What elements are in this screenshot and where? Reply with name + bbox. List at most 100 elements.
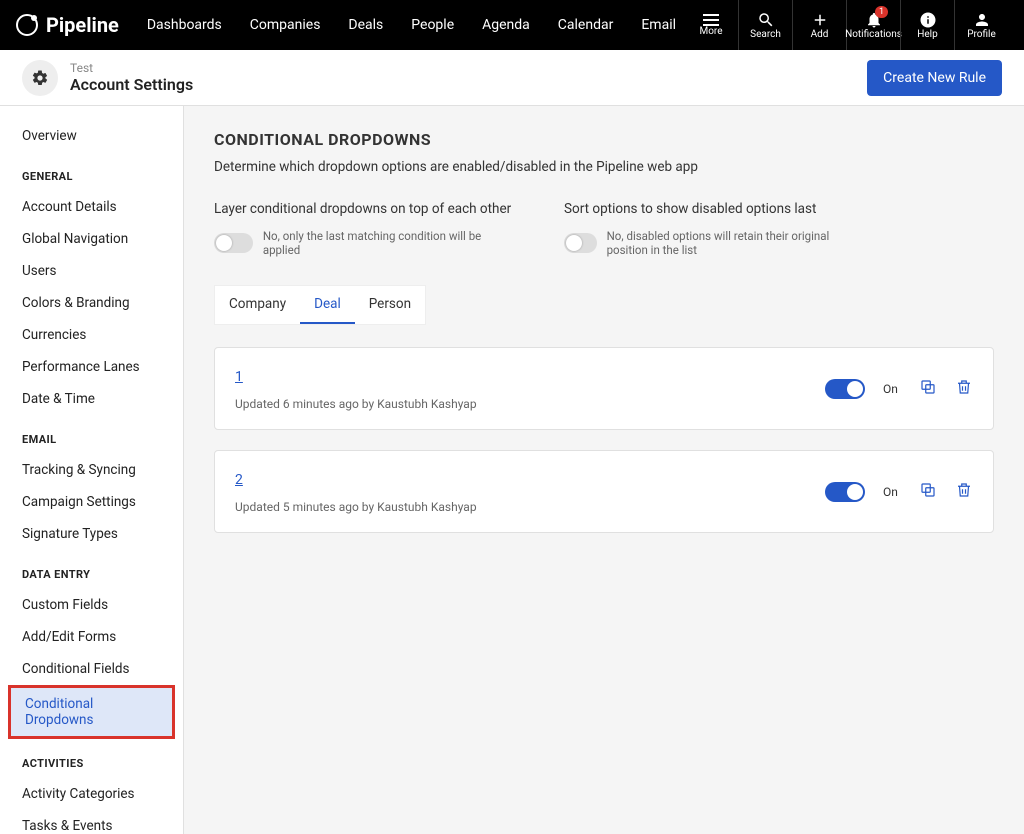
layer-toggle-desc: No, only the last matching condition wil… bbox=[263, 229, 514, 257]
trash-icon bbox=[955, 481, 973, 499]
rule-actions: On bbox=[825, 378, 973, 400]
sidebar-heading: DATA ENTRY bbox=[0, 550, 183, 589]
sidebar-heading: GENERAL bbox=[0, 152, 183, 191]
workspace-name: Test bbox=[70, 61, 193, 75]
sidebar-item-activity-categories[interactable]: Activity Categories bbox=[0, 778, 183, 810]
settings-avatar bbox=[22, 60, 58, 96]
notifications-button[interactable]: 1 Notifications bbox=[846, 0, 900, 50]
layer-toggle-group: Layer conditional dropdowns on top of ea… bbox=[214, 201, 514, 257]
nav-companies[interactable]: Companies bbox=[250, 17, 321, 33]
notifications-label: Notifications bbox=[845, 29, 902, 40]
add-button[interactable]: Add bbox=[792, 0, 846, 50]
entity-tabs: CompanyDealPerson bbox=[214, 285, 426, 325]
rule-name-link[interactable]: 2 bbox=[235, 472, 243, 488]
sort-toggle-label: Sort options to show disabled options la… bbox=[564, 201, 864, 217]
toggle-controls: Layer conditional dropdowns on top of ea… bbox=[214, 201, 994, 257]
nav-dashboards[interactable]: Dashboards bbox=[147, 17, 222, 33]
sidebar-item-tracking-syncing[interactable]: Tracking & Syncing bbox=[0, 454, 183, 486]
sidebar: OverviewGENERALAccount DetailsGlobal Nav… bbox=[0, 106, 184, 834]
main-layout: OverviewGENERALAccount DetailsGlobal Nav… bbox=[0, 106, 1024, 834]
plus-icon bbox=[811, 11, 829, 29]
sidebar-item-performance-lanes[interactable]: Performance Lanes bbox=[0, 351, 183, 383]
nav-links: Dashboards Companies Deals People Agenda… bbox=[147, 17, 676, 33]
sidebar-item-campaign-settings[interactable]: Campaign Settings bbox=[0, 486, 183, 518]
page-title: CONDITIONAL DROPDOWNS bbox=[214, 130, 994, 149]
rule-state-label: On bbox=[883, 485, 901, 499]
copy-icon bbox=[919, 481, 937, 499]
sub-header: Test Account Settings Create New Rule bbox=[0, 50, 1024, 106]
sidebar-item-colors-branding[interactable]: Colors & Branding bbox=[0, 287, 183, 319]
rule-card: 2 Updated 5 minutes ago by Kaustubh Kash… bbox=[214, 450, 994, 533]
duplicate-button[interactable] bbox=[919, 481, 937, 503]
add-label: Add bbox=[811, 29, 829, 40]
nav-calendar[interactable]: Calendar bbox=[558, 17, 614, 33]
nav-deals[interactable]: Deals bbox=[348, 17, 383, 33]
create-new-rule-button[interactable]: Create New Rule bbox=[867, 60, 1002, 96]
profile-button[interactable]: Profile bbox=[954, 0, 1008, 50]
rule-actions: On bbox=[825, 481, 973, 503]
help-label: Help bbox=[917, 29, 937, 40]
profile-label: Profile bbox=[967, 29, 996, 40]
sidebar-item-tasks-events[interactable]: Tasks & Events bbox=[0, 810, 183, 834]
sidebar-item-conditional-dropdowns[interactable]: Conditional Dropdowns bbox=[11, 688, 172, 736]
sidebar-item-global-navigation[interactable]: Global Navigation bbox=[0, 223, 183, 255]
rule-info: 2 Updated 5 minutes ago by Kaustubh Kash… bbox=[235, 469, 477, 514]
brand[interactable]: Pipeline bbox=[16, 13, 119, 37]
search-icon bbox=[757, 11, 775, 29]
top-nav: Pipeline Dashboards Companies Deals Peop… bbox=[0, 0, 1024, 50]
sidebar-heading: EMAIL bbox=[0, 415, 183, 454]
trash-icon bbox=[955, 378, 973, 396]
rule-card: 1 Updated 6 minutes ago by Kaustubh Kash… bbox=[214, 347, 994, 430]
sidebar-item-add-edit-forms[interactable]: Add/Edit Forms bbox=[0, 621, 183, 653]
sidebar-item-overview[interactable]: Overview bbox=[0, 120, 183, 152]
nav-email[interactable]: Email bbox=[641, 17, 676, 33]
sidebar-item-signature-types[interactable]: Signature Types bbox=[0, 518, 183, 550]
content: CONDITIONAL DROPDOWNS Determine which dr… bbox=[184, 106, 1024, 834]
rules-list: 1 Updated 6 minutes ago by Kaustubh Kash… bbox=[214, 347, 994, 533]
duplicate-button[interactable] bbox=[919, 378, 937, 400]
sort-toggle[interactable] bbox=[564, 233, 597, 253]
more-menu[interactable]: More bbox=[684, 0, 738, 50]
info-icon bbox=[919, 11, 937, 29]
rule-enabled-toggle[interactable] bbox=[825, 379, 865, 399]
sort-toggle-group: Sort options to show disabled options la… bbox=[564, 201, 864, 257]
delete-button[interactable] bbox=[955, 378, 973, 400]
sidebar-item-users[interactable]: Users bbox=[0, 255, 183, 287]
sidebar-active-highlight: Conditional Dropdowns bbox=[8, 685, 175, 739]
rule-info: 1 Updated 6 minutes ago by Kaustubh Kash… bbox=[235, 366, 477, 411]
copy-icon bbox=[919, 378, 937, 396]
rule-state-label: On bbox=[883, 382, 901, 396]
profile-icon bbox=[973, 11, 991, 29]
search-button[interactable]: Search bbox=[738, 0, 792, 50]
rule-name-link[interactable]: 1 bbox=[235, 369, 243, 385]
sort-toggle-desc: No, disabled options will retain their o… bbox=[607, 229, 864, 257]
rule-meta: Updated 6 minutes ago by Kaustubh Kashya… bbox=[235, 397, 477, 411]
sidebar-item-custom-fields[interactable]: Custom Fields bbox=[0, 589, 183, 621]
layer-toggle[interactable] bbox=[214, 233, 253, 253]
gear-icon bbox=[31, 69, 49, 87]
layer-toggle-label: Layer conditional dropdowns on top of ea… bbox=[214, 201, 514, 217]
sidebar-item-date-time[interactable]: Date & Time bbox=[0, 383, 183, 415]
sidebar-item-conditional-fields[interactable]: Conditional Fields bbox=[0, 653, 183, 685]
delete-button[interactable] bbox=[955, 481, 973, 503]
more-label: More bbox=[699, 26, 722, 37]
nav-agenda[interactable]: Agenda bbox=[482, 17, 530, 33]
page-section-title: Account Settings bbox=[70, 75, 193, 94]
rule-meta: Updated 5 minutes ago by Kaustubh Kashya… bbox=[235, 500, 477, 514]
sidebar-item-currencies[interactable]: Currencies bbox=[0, 319, 183, 351]
sub-titles: Test Account Settings bbox=[70, 61, 193, 94]
tab-company[interactable]: Company bbox=[215, 286, 300, 324]
layer-toggle-row: No, only the last matching condition wil… bbox=[214, 229, 514, 257]
search-label: Search bbox=[750, 29, 781, 40]
brand-name: Pipeline bbox=[46, 13, 119, 37]
tab-deal[interactable]: Deal bbox=[300, 286, 355, 324]
nav-right: More Search Add 1 Notifications Help Pro… bbox=[684, 0, 1008, 50]
tab-person[interactable]: Person bbox=[355, 286, 425, 324]
menu-icon bbox=[703, 14, 719, 26]
page-subtitle: Determine which dropdown options are ena… bbox=[214, 159, 994, 175]
nav-people[interactable]: People bbox=[411, 17, 454, 33]
sidebar-item-account-details[interactable]: Account Details bbox=[0, 191, 183, 223]
rule-enabled-toggle[interactable] bbox=[825, 482, 865, 502]
sidebar-heading: ACTIVITIES bbox=[0, 739, 183, 778]
help-button[interactable]: Help bbox=[900, 0, 954, 50]
